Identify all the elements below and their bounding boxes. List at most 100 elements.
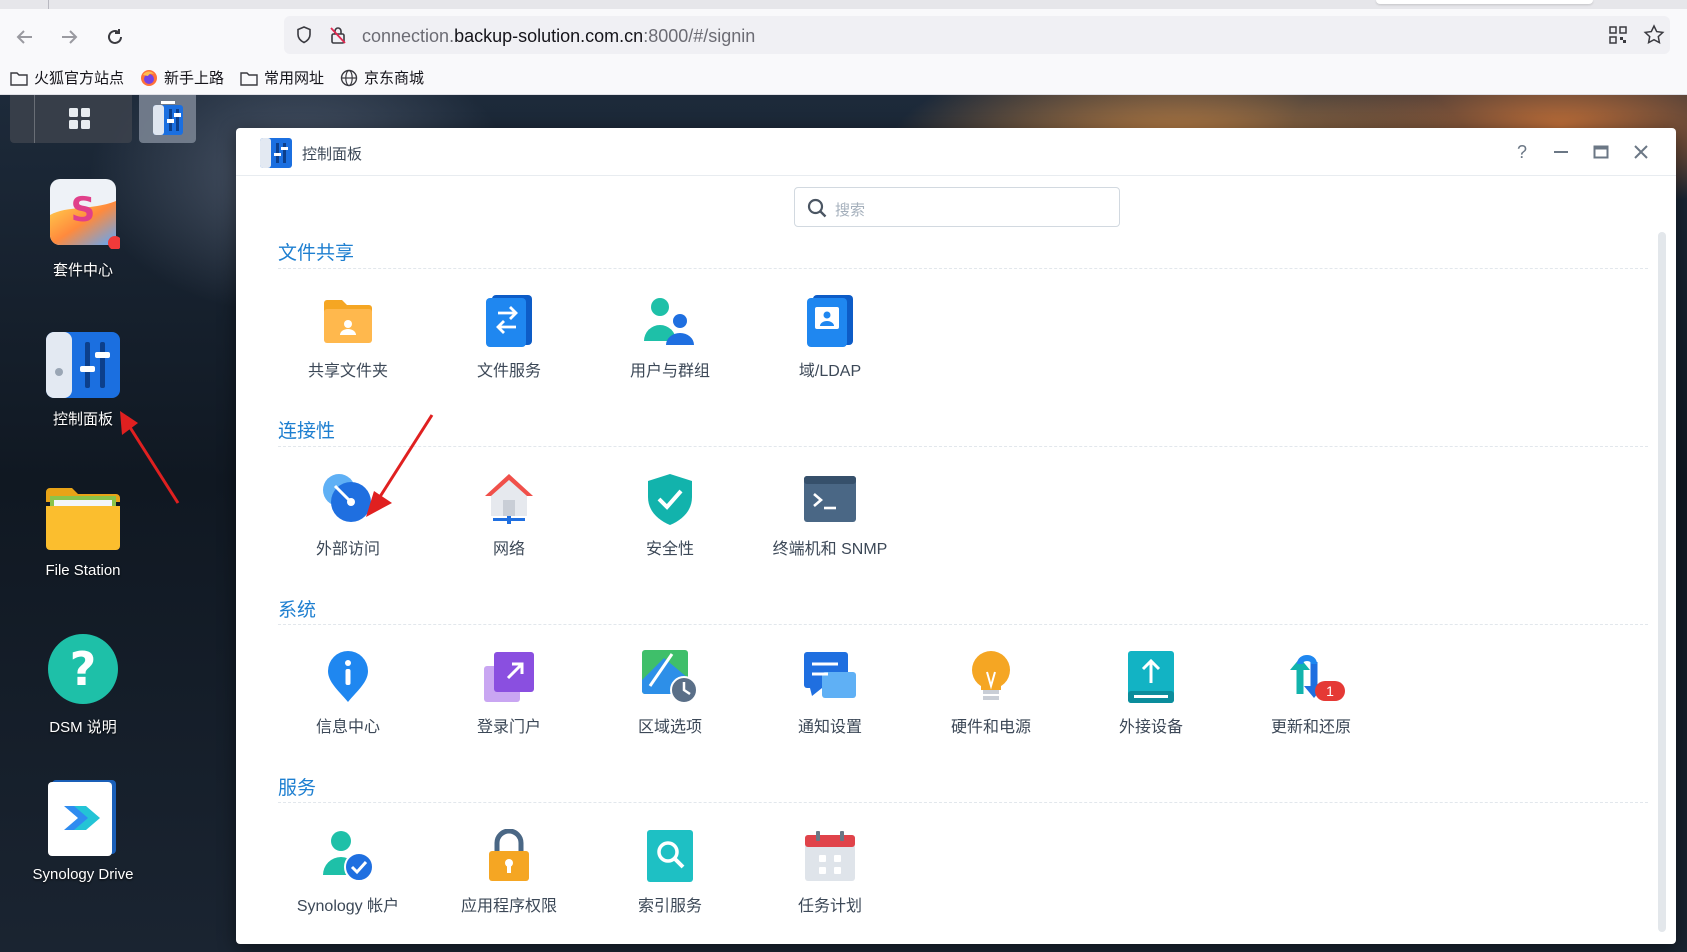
item-update-restore[interactable]: 1 更新和还原 bbox=[1236, 649, 1386, 737]
item-synology-account[interactable]: Synology 帐户 bbox=[273, 828, 423, 916]
bookmark-item[interactable]: 常用网址 bbox=[240, 67, 324, 88]
calendar-icon bbox=[805, 831, 855, 881]
section-divider bbox=[278, 624, 1648, 625]
item-hardware-power[interactable]: 硬件和电源 bbox=[916, 649, 1066, 737]
item-shared-folder[interactable]: 共享文件夹 bbox=[273, 293, 423, 381]
shield-icon[interactable] bbox=[294, 25, 314, 45]
section-title-connectivity: 连接性 bbox=[278, 421, 336, 442]
item-user-group[interactable]: 用户与群组 bbox=[595, 293, 745, 381]
url-bar[interactable]: connection.backup-solution.com.cn:8000/#… bbox=[284, 16, 1670, 54]
lightbulb-icon bbox=[972, 651, 1010, 700]
desktop-icon-dsm-help[interactable]: ? DSM 说明 bbox=[8, 632, 158, 737]
update-count-badge: 1 bbox=[1315, 681, 1345, 701]
item-label: 用户与群组 bbox=[629, 363, 710, 380]
item-label: 通知设置 bbox=[797, 719, 862, 736]
item-label: 信息中心 bbox=[315, 719, 380, 736]
item-login-portal[interactable]: 登录门户 bbox=[434, 649, 584, 737]
item-label: 共享文件夹 bbox=[307, 363, 388, 380]
window-header[interactable]: 控制面板 ? bbox=[236, 128, 1676, 176]
item-network[interactable]: 网络 bbox=[434, 471, 584, 559]
item-label: 外接设备 bbox=[1118, 719, 1183, 736]
search-input[interactable]: 搜索 bbox=[794, 187, 1120, 227]
minimize-button[interactable] bbox=[1549, 140, 1573, 164]
forward-button[interactable] bbox=[54, 22, 84, 52]
help-icon: ? bbox=[48, 634, 118, 704]
terminal-icon bbox=[804, 476, 856, 522]
folder-icon bbox=[240, 71, 258, 86]
item-info-center[interactable]: 信息中心 bbox=[273, 649, 423, 737]
back-arrow-icon bbox=[16, 30, 32, 44]
tab[interactable] bbox=[1376, 0, 1593, 4]
insecure-lock-icon[interactable] bbox=[328, 25, 348, 45]
bookmarks-bar: 火狐官方站点 新手上路 常用网址 京东商城 bbox=[0, 61, 1687, 95]
desktop-icon-control-panel[interactable]: 控制面板 bbox=[8, 332, 158, 429]
desktop-icon-synology-drive[interactable]: Synology Drive bbox=[8, 780, 158, 883]
taskbar-control-panel[interactable] bbox=[139, 95, 196, 143]
item-label: 任务计划 bbox=[797, 898, 862, 915]
item-notification[interactable]: 通知设置 bbox=[755, 649, 905, 737]
desktop-icon-label: 控制面板 bbox=[52, 411, 113, 428]
shield-check-icon bbox=[648, 474, 692, 525]
drive-icon bbox=[48, 780, 116, 856]
item-label: 索引服务 bbox=[637, 898, 702, 915]
item-label: 终端机和 SNMP bbox=[772, 541, 888, 558]
bookmark-label: 京东商城 bbox=[364, 70, 425, 87]
window-title: 控制面板 bbox=[302, 146, 363, 163]
file-services-icon bbox=[486, 295, 532, 347]
section-title-services: 服务 bbox=[278, 778, 317, 799]
external-access-icon bbox=[323, 474, 371, 522]
desktop-icon-label: File Station bbox=[45, 562, 121, 579]
domain-ldap-icon bbox=[807, 295, 853, 347]
bookmark-star-icon[interactable] bbox=[1643, 24, 1665, 46]
bookmark-label: 常用网址 bbox=[264, 70, 325, 87]
section-divider bbox=[278, 802, 1648, 803]
folder-icon bbox=[46, 488, 120, 550]
tab-separator bbox=[48, 0, 49, 9]
desktop-icon-package-center[interactable]: S 套件中心 bbox=[8, 175, 158, 280]
index-search-icon bbox=[647, 830, 693, 882]
desktop-icon-file-station[interactable]: File Station bbox=[8, 484, 158, 579]
bookmark-item[interactable]: 京东商城 bbox=[340, 67, 424, 88]
item-label: 网络 bbox=[492, 541, 525, 558]
item-label: 更新和还原 bbox=[1270, 719, 1351, 736]
search-placeholder: 搜索 bbox=[835, 202, 866, 219]
item-label: 区域选项 bbox=[637, 719, 702, 736]
bookmark-item[interactable]: 新手上路 bbox=[140, 67, 224, 88]
maximize-button[interactable] bbox=[1589, 140, 1613, 164]
item-external-access[interactable]: 外部访问 bbox=[273, 471, 423, 559]
item-label: 外部访问 bbox=[315, 541, 380, 558]
desktop-icon-label: 套件中心 bbox=[52, 262, 113, 279]
bookmark-item[interactable]: 火狐官方站点 bbox=[10, 67, 124, 88]
item-external-devices[interactable]: 外接设备 bbox=[1076, 649, 1226, 737]
desktop-icon-label: DSM 说明 bbox=[49, 719, 117, 736]
help-button[interactable]: ? bbox=[1510, 140, 1534, 164]
main-menu-button[interactable] bbox=[10, 95, 132, 143]
item-file-services[interactable]: 文件服务 bbox=[434, 293, 584, 381]
login-portal-icon bbox=[484, 652, 534, 702]
item-label: Synology 帐户 bbox=[296, 898, 400, 915]
padlock-icon bbox=[489, 829, 529, 881]
forward-arrow-icon bbox=[62, 30, 78, 44]
control-panel-icon bbox=[46, 332, 120, 398]
scrollbar[interactable] bbox=[1658, 232, 1666, 932]
synology-account-icon bbox=[323, 831, 374, 882]
item-label: 登录门户 bbox=[476, 719, 541, 736]
item-task-scheduler[interactable]: 任务计划 bbox=[755, 828, 905, 916]
reload-button[interactable] bbox=[100, 22, 130, 52]
item-security[interactable]: 安全性 bbox=[595, 471, 745, 559]
item-regional-options[interactable]: 区域选项 bbox=[595, 649, 745, 737]
item-app-privileges[interactable]: 应用程序权限 bbox=[434, 828, 584, 916]
qr-code-icon[interactable] bbox=[1608, 25, 1628, 45]
close-button[interactable] bbox=[1629, 140, 1653, 164]
folder-icon bbox=[10, 71, 28, 86]
section-title-system: 系统 bbox=[278, 600, 317, 621]
item-indexing-service[interactable]: 索引服务 bbox=[595, 828, 745, 916]
item-domain-ldap[interactable]: 域/LDAP bbox=[755, 293, 905, 381]
item-terminal-snmp[interactable]: 终端机和 SNMP bbox=[755, 471, 905, 559]
item-label: 文件服务 bbox=[476, 363, 541, 380]
bookmark-label: 新手上路 bbox=[164, 70, 225, 87]
back-button[interactable] bbox=[10, 22, 40, 52]
question-icon: ? bbox=[1516, 141, 1527, 162]
bookmark-label: 火狐官方站点 bbox=[34, 70, 125, 87]
url-text[interactable]: connection.backup-solution.com.cn:8000/#… bbox=[362, 26, 755, 47]
